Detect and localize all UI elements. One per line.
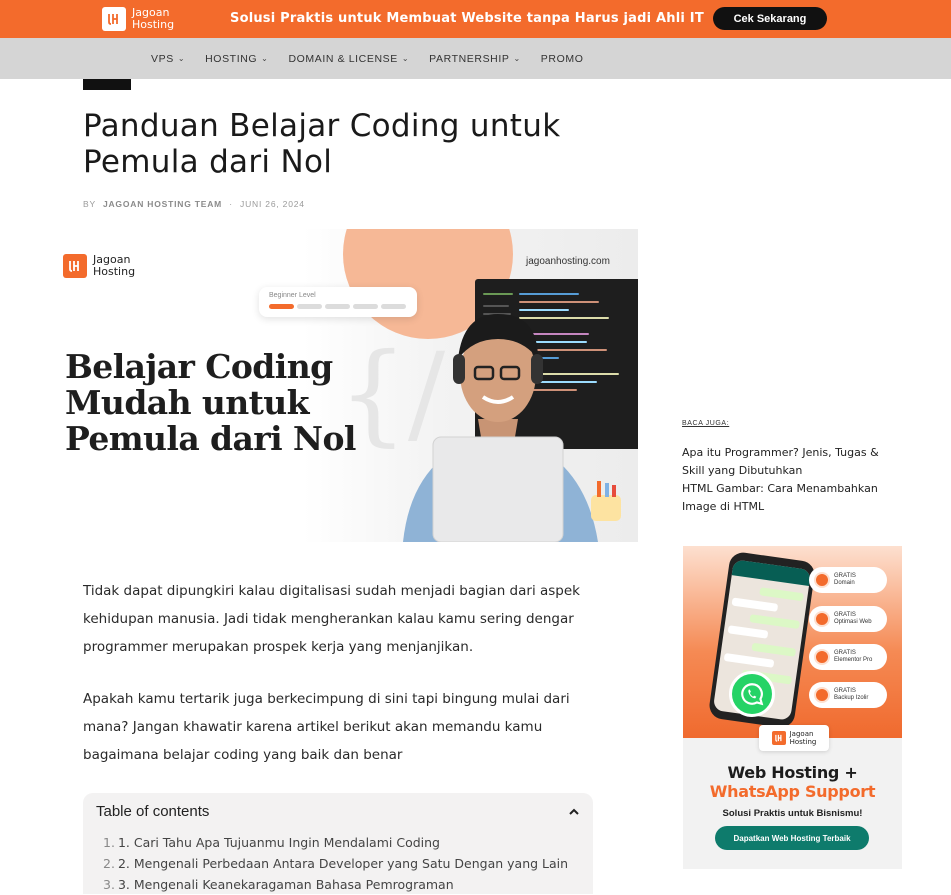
ad-logo: Jagoan Hosting: [759, 725, 829, 751]
jagoan-hosting-logo[interactable]: Jagoan Hosting: [102, 7, 174, 31]
logo-text-line2: Hosting: [132, 18, 175, 31]
table-of-contents: Table of contents 1. 1. Cari Tahu Apa Tuj…: [83, 793, 593, 894]
nav-item-partnership[interactable]: PARTNERSHIP ⌄: [429, 53, 521, 65]
ad-badge-elementor: GRATIS Elementor Pro: [809, 644, 887, 670]
meta-separator: ·: [229, 199, 233, 209]
logo-mark-icon: [102, 7, 126, 31]
web-hosting-whatsapp-ad[interactable]: GRATIS Domain GRATIS Optimasi Web GRATIS El…: [683, 546, 902, 869]
hero-headline: Belajar Coding Mudah untuk Pemula dari N…: [65, 347, 356, 458]
ad-cta-button[interactable]: Dapatkan Web Hosting Terbaik: [715, 826, 869, 850]
hero-image: Jagoan Hosting jagoanhosting.com {/ Begi…: [53, 229, 638, 542]
toc-item[interactable]: 2. 2. Mengenali Perbedaan Antara Develope…: [103, 853, 568, 874]
baca-juga-label: BACA JUGA:: [682, 420, 730, 427]
level-progress: [269, 304, 409, 309]
publish-date: JUNI 26, 2024: [240, 199, 305, 209]
toc-item[interactable]: 3. 3. Mengenali Keanekaragaman Bahasa Pem…: [103, 874, 568, 895]
chevron-down-icon: ⌄: [401, 54, 410, 63]
nav-item-vps[interactable]: VPS ⌄: [151, 53, 185, 65]
backup-icon: [814, 687, 830, 703]
promo-bar: Jagoan Hosting Solusi Praktis untuk Memb…: [0, 0, 951, 38]
ad-badge-backup: GRATIS Backup Izolir: [809, 682, 887, 708]
level-label: Beginner Level: [269, 292, 316, 299]
main-nav: VPS ⌄ HOSTING ⌄ DOMAIN & LICENSE ⌄ PARTNERS…: [0, 38, 951, 79]
toc-item[interactable]: 1. 1. Cari Tahu Apa Tujuanmu Ingin Mendal…: [103, 832, 568, 853]
nav-item-domain-license[interactable]: DOMAIN & LICENSE ⌄: [288, 53, 409, 65]
chevron-down-icon: ⌄: [513, 54, 521, 63]
speed-icon: [814, 611, 830, 627]
toc-list: 1. 1. Cari Tahu Apa Tujuanmu Ingin Mendal…: [103, 832, 568, 895]
promo-message: Solusi Praktis untuk Membuat Website tan…: [230, 11, 704, 26]
logo-mark-icon: [63, 254, 87, 278]
pencil-cup-illustration: [591, 481, 621, 521]
chevron-down-icon: ⌄: [261, 54, 269, 63]
article-paragraph: Apakah kamu tertarik juga berkecimpung d…: [83, 691, 570, 763]
hero-logo: Jagoan Hosting: [63, 254, 135, 278]
nav-item-promo[interactable]: PROMO: [541, 53, 584, 65]
chevron-up-icon[interactable]: [567, 805, 581, 819]
globe-icon: [814, 572, 830, 588]
chevron-down-icon: ⌄: [177, 54, 186, 63]
cek-sekarang-button[interactable]: Cek Sekarang: [713, 7, 827, 30]
toc-title: Table of contents: [96, 803, 210, 820]
category-tab-marker: [83, 79, 131, 90]
whatsapp-icon: [729, 671, 775, 717]
related-link-html-gambar[interactable]: HTML Gambar: Cara Menambahkan Image di H…: [682, 480, 892, 516]
ad-subline: Solusi Praktis untuk Bisnismu!: [722, 808, 863, 819]
ad-badge-domain: GRATIS Domain: [809, 567, 887, 593]
related-link-programmer[interactable]: Apa itu Programmer? Jenis, Tugas & Skill…: [682, 444, 892, 480]
ad-headline: Web Hosting +: [727, 763, 858, 782]
author-link[interactable]: JAGOAN HOSTING TEAM: [103, 199, 222, 209]
nav-item-hosting[interactable]: HOSTING ⌄: [205, 53, 268, 65]
ad-badge-optimasi: GRATIS Optimasi Web: [809, 606, 887, 632]
logo-mark-icon: [771, 731, 786, 745]
meta-by: BY: [83, 199, 96, 209]
beginner-level-card: Beginner Level: [259, 287, 417, 317]
hero-site-url: jagoanhosting.com: [526, 256, 610, 267]
elementor-icon: [814, 649, 830, 665]
ad-headline-accent: WhatsApp Support: [709, 782, 876, 801]
article-paragraph: Tidak dapat dipungkiri kalau digitalisas…: [83, 583, 580, 655]
article-meta: BY JAGOAN HOSTING TEAM · JUNI 26, 2024: [83, 199, 305, 209]
student-laptop-illustration: [403, 314, 598, 542]
page-title: Panduan Belajar Coding untuk Pemula dari…: [83, 108, 561, 180]
